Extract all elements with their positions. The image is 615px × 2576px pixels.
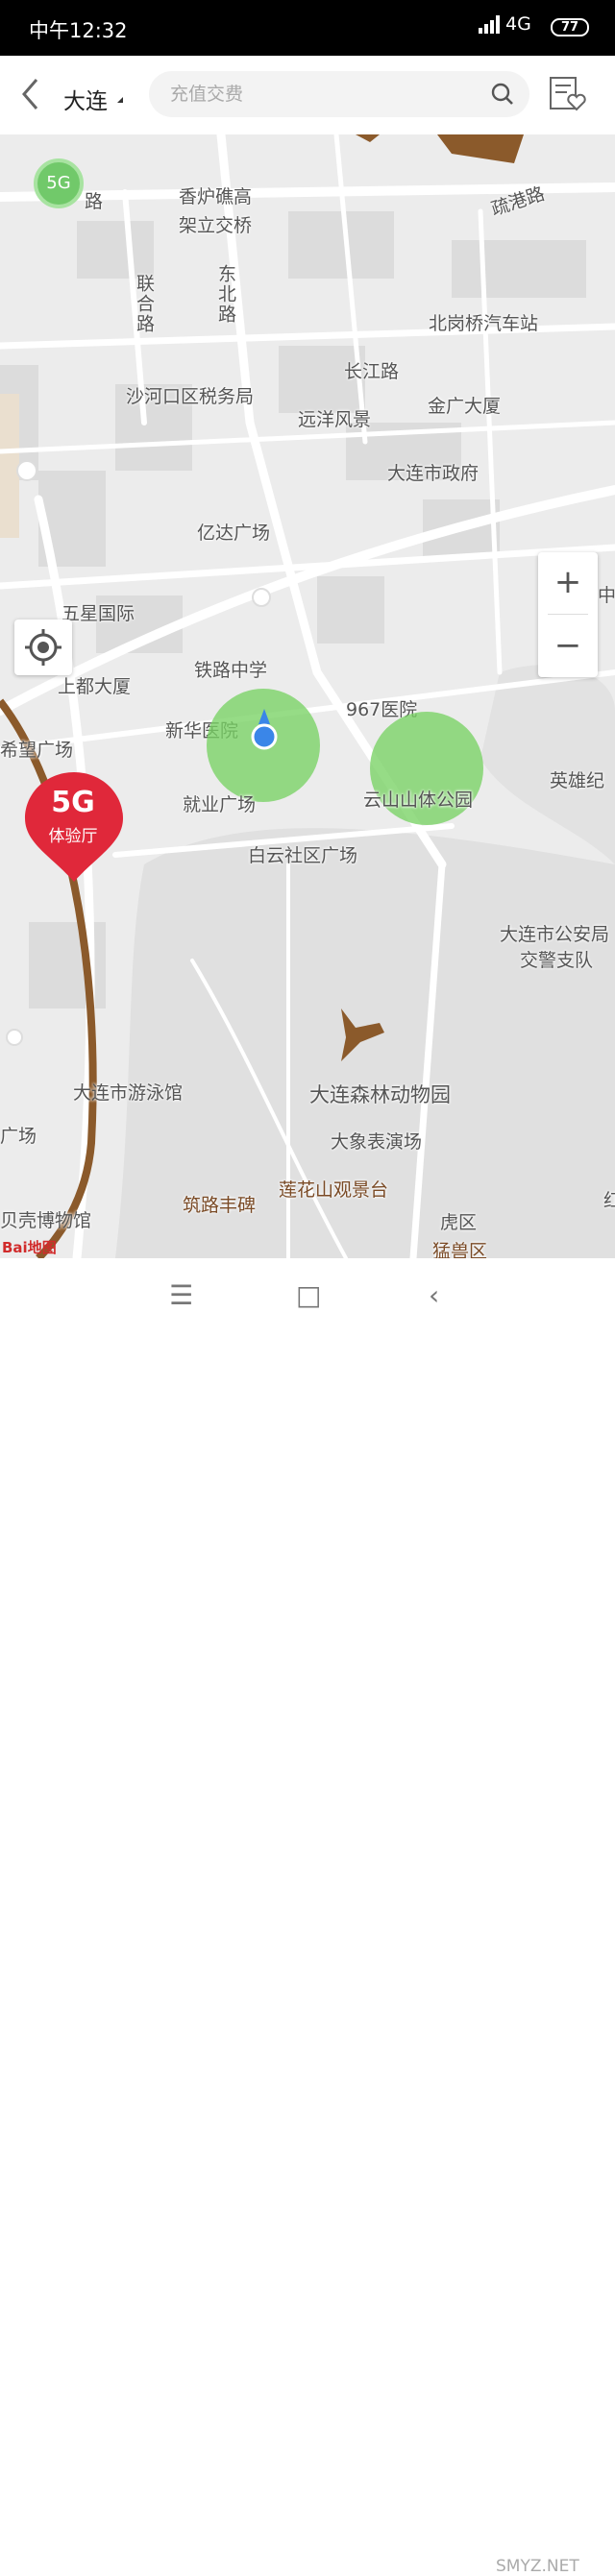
map-label[interactable]: 虎区 [440, 1208, 477, 1234]
map-label[interactable]: 大连市游泳馆 [73, 1079, 183, 1105]
search-input[interactable] [170, 81, 458, 108]
5g-coverage-badge[interactable]: 5G [34, 158, 84, 208]
city-caret-icon [117, 97, 123, 103]
menu-icon[interactable]: ☰ [169, 1279, 193, 1311]
map-label[interactable]: 白云社区广场 [248, 841, 357, 867]
map-label[interactable]: 贝壳博物馆 [0, 1206, 91, 1232]
map-label[interactable]: 大象表演场 [331, 1128, 422, 1154]
map-label[interactable]: 金广大厦 [428, 392, 501, 418]
map-label: 中 [598, 585, 615, 606]
zoom-control: + − [538, 552, 598, 677]
map-label[interactable]: 猛兽区 [432, 1237, 487, 1258]
map-label[interactable]: 希望广场 [0, 736, 73, 762]
network-type: 4G [505, 13, 531, 35]
map-label[interactable]: 香炉礁高 [179, 182, 252, 208]
map-label[interactable]: 交警支队 [520, 946, 593, 972]
zoom-in-button[interactable]: + [538, 552, 598, 614]
map-label[interactable]: 亿达广场 [197, 519, 270, 545]
status-time: 中午12:32 [29, 19, 128, 42]
zoom-divider [548, 614, 588, 615]
map-label[interactable]: 沙河口区税务局 [126, 382, 254, 408]
system-nav-bar: ☰ □ ‹ SMYZ.NET [0, 1258, 615, 2576]
map-label[interactable]: 莲花山观景台 [279, 1176, 388, 1202]
locate-me-button[interactable] [14, 620, 72, 675]
map-label: 长江路 [344, 361, 400, 382]
map-label[interactable]: 筑路丰碑 [183, 1191, 256, 1217]
5g-experience-hall-pin[interactable]: 5G 体验厅 [23, 768, 125, 884]
signal-icon [479, 14, 502, 34]
zoom-out-button[interactable]: − [538, 616, 598, 677]
crosshair-icon [25, 629, 62, 666]
map-label[interactable]: 北岗桥汽车站 [429, 309, 538, 335]
map-label[interactable]: 英雄纪 [550, 766, 604, 792]
map-label: 东北路 [215, 264, 236, 325]
map-label[interactable]: 大连森林动物园 [309, 1080, 451, 1108]
back-icon[interactable]: ‹ [429, 1279, 439, 1311]
map-label[interactable]: 铁路中学 [194, 656, 267, 682]
map-label[interactable]: 架立交桥 [179, 211, 252, 237]
back-chevron-icon[interactable] [19, 77, 42, 118]
pin-hall-text: 体验厅 [48, 827, 98, 846]
pin-5g-text: 5G [51, 786, 95, 819]
watermark: SMYZ.NET [496, 2557, 579, 2576]
baidu-map-logo: Bai地图 [2, 1239, 57, 1256]
map-label[interactable]: 大连市政府 [387, 459, 479, 485]
battery-icon: 77 [551, 18, 589, 36]
current-location-icon [251, 709, 278, 750]
city-selector[interactable]: 大连 [63, 83, 108, 115]
home-icon[interactable]: □ [296, 1279, 321, 1311]
search-bar[interactable] [149, 71, 529, 117]
map-label[interactable]: 就业广场 [183, 790, 256, 816]
map-label[interactable]: 五星国际 [62, 599, 135, 625]
map-label: 路 [85, 191, 104, 212]
status-bar: 中午12:32 4G 77 [0, 0, 615, 56]
map-canvas[interactable]: 5G 路 香炉礁高 架立交桥 疏港路 联合路 东北路 北岗桥汽车站 长江路 沙河… [0, 134, 615, 1258]
network-indicator: 4G [479, 13, 531, 35]
favorites-list-icon[interactable] [548, 75, 588, 113]
map-label: 联合路 [134, 274, 155, 334]
map-label[interactable]: 上都大厦 [58, 672, 131, 698]
map-label: 红 [603, 1190, 615, 1211]
map-label[interactable]: 广场 [0, 1122, 37, 1148]
top-header: 大连 [0, 56, 615, 134]
search-icon[interactable] [491, 83, 514, 106]
map-label[interactable]: 远洋风景 [298, 405, 371, 431]
map-label[interactable]: 云山山体公园 [363, 786, 473, 812]
map-label[interactable]: 大连市公安局 [500, 920, 609, 946]
